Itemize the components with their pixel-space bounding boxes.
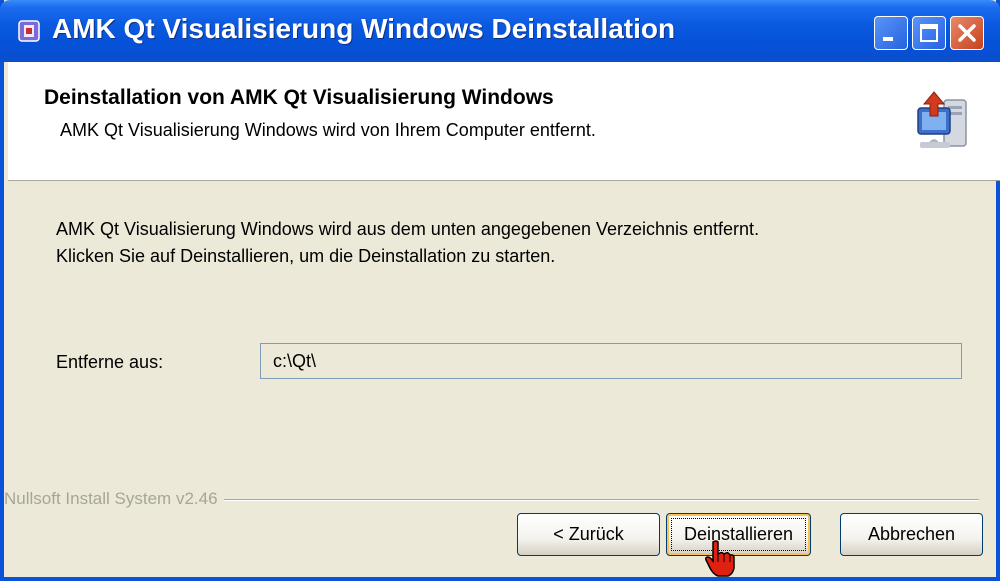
header-title: Deinstallation von AMK Qt Visualisierung…: [44, 86, 554, 109]
nsis-branding: Nullsoft Install System v2.46: [4, 490, 979, 507]
cancel-button[interactable]: Abbrechen: [840, 513, 983, 556]
uninstall-button[interactable]: Deinstallieren: [666, 513, 811, 556]
title-bar[interactable]: AMK Qt Visualisierung Windows Deinstalla…: [0, 0, 1000, 62]
header-subtitle: AMK Qt Visualisierung Windows wird von I…: [60, 120, 596, 140]
dialog-header: Deinstallation von AMK Qt Visualisierung…: [8, 62, 1000, 181]
back-button[interactable]: < Zurück: [517, 513, 660, 556]
instruction-line-1: AMK Qt Visualisierung Windows wird aus d…: [56, 219, 760, 239]
remove-from-label: Entferne aus:: [56, 352, 164, 372]
instruction-text: AMK Qt Visualisierung Windows wird aus d…: [56, 216, 759, 270]
uninstall-computer-icon: [917, 91, 967, 148]
branding-text: Nullsoft Install System v2.46: [4, 490, 224, 507]
installer-app-icon: [18, 20, 40, 42]
maximize-icon: [920, 24, 938, 42]
instruction-line-2: Klicken Sie auf Deinstallieren, um die D…: [56, 246, 556, 266]
uninstall-path-field[interactable]: c:\Qt\: [260, 343, 962, 379]
window-title: AMK Qt Visualisierung Windows Deinstalla…: [52, 13, 676, 44]
hand-cursor-icon: [705, 540, 735, 577]
minimize-icon: [883, 37, 893, 41]
focus-rect: [671, 518, 806, 551]
maximize-button[interactable]: [912, 16, 946, 50]
minimize-button[interactable]: [874, 16, 908, 50]
close-icon: [958, 24, 976, 42]
close-button[interactable]: [950, 16, 984, 50]
uninstaller-window: AMK Qt Visualisierung Windows Deinstalla…: [0, 0, 1000, 581]
